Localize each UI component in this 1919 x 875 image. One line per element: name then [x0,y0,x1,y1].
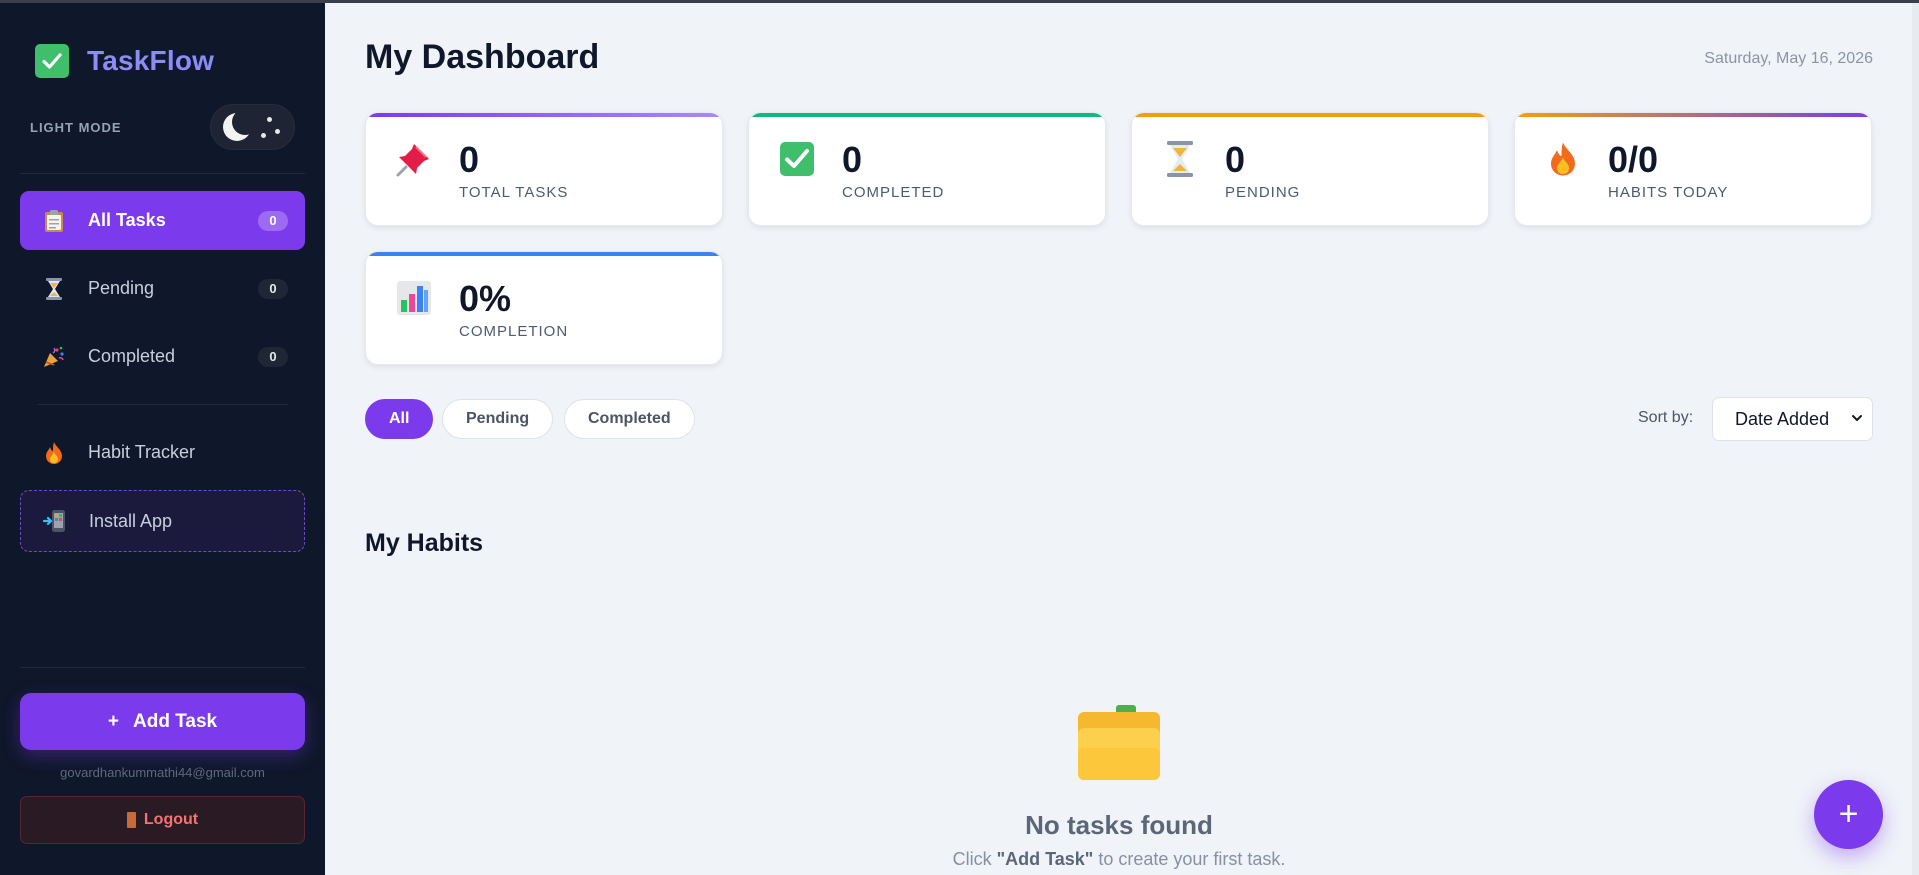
stat-label: HABITS TODAY [1608,184,1729,201]
theme-row: LIGHT MODE [30,104,295,150]
sort-select[interactable]: Date Added [1712,397,1873,441]
stat-card-completion: 0% COMPLETION [365,251,723,365]
sidebar-item-label: Completed [88,346,176,366]
stat-card-total-tasks: 0 TOTAL TASKS [365,112,723,226]
sidebar-item-pending[interactable]: Pending 0 [20,259,305,318]
plus-icon: + [107,710,119,732]
stat-label: PENDING [1225,184,1301,201]
sidebar-item-count: 0 [258,210,288,231]
filter-chip-all[interactable]: All [365,399,434,439]
star-icon [275,129,280,134]
sidebar-item-label: Pending [88,278,155,298]
sort-label: Sort by: [1638,409,1694,426]
filter-chip-completed[interactable]: Completed [564,399,695,439]
stat-accent-bar [749,113,1105,117]
stat-accent-bar [366,252,722,256]
stat-label: COMPLETED [842,184,945,201]
pushpin-icon [396,141,432,177]
current-date: Saturday, May 16, 2026 [1704,50,1873,67]
chevron-down-icon [1850,409,1864,430]
empty-desc-prefix: Click [952,849,997,869]
stat-accent-bar [1132,113,1488,117]
theme-label: LIGHT MODE [30,119,122,135]
sidebar-item-all-tasks[interactable]: All Tasks 0 [20,191,305,250]
sidebar-item-count: 0 [258,278,288,299]
door-icon [126,812,136,828]
install-app-label: Install App [89,510,173,531]
clipboard-icon [42,209,66,233]
logout-button[interactable]: Logout [20,796,305,844]
sidebar: TaskFlow LIGHT MODE All Tasks 0 Pending … [0,0,325,875]
stat-card-pending: 0 PENDING [1131,112,1489,226]
user-email: govardhankummathi44@gmail.com [60,765,265,780]
moon-icon [223,109,258,141]
sidebar-divider [20,667,305,668]
habits-section-title: My Habits [365,529,484,557]
stat-value: 0 [842,139,863,180]
hourglass-icon [42,277,66,301]
check-mark-icon [35,44,69,78]
party-popper-icon [42,345,66,369]
stat-value: 0 [459,139,480,180]
stat-value: 0% [459,278,512,319]
empty-desc-suffix: to create your first task. [1093,849,1286,869]
page-title: My Dashboard [365,38,600,76]
logout-label: Logout [143,811,199,828]
floating-add-button[interactable]: + [1814,780,1883,849]
empty-state-title: No tasks found [1025,810,1213,840]
check-mark-icon [779,141,815,177]
sidebar-item-label: Habit Tracker [88,442,196,462]
folder-icon [1076,702,1162,787]
sidebar-divider [20,173,305,174]
bar-chart-icon [396,280,432,316]
fire-icon [42,441,66,465]
star-icon [267,117,272,122]
stat-label: TOTAL TASKS [459,184,569,201]
stat-value: 0/0 [1608,139,1659,180]
add-task-label: Add Task [133,710,218,732]
scrollbar[interactable] [1912,0,1919,875]
stat-card-habits-today: 0/0 HABITS TODAY [1514,112,1872,226]
app-name: TaskFlow [87,45,215,76]
stat-label: COMPLETION [459,323,569,340]
add-task-button[interactable]: + Add Task [20,693,305,750]
top-border [0,0,1919,3]
theme-toggle[interactable] [210,104,295,150]
sidebar-item-completed[interactable]: Completed 0 [20,327,305,386]
stat-value: 0 [1225,139,1246,180]
hourglass-icon [1162,141,1198,177]
sidebar-item-habit-tracker[interactable]: Habit Tracker [20,423,305,482]
empty-state-description: Click "Add Task" to create your first ta… [859,849,1379,870]
sidebar-divider [38,404,288,405]
stat-accent-bar [366,113,722,117]
brand[interactable]: TaskFlow [35,44,214,78]
star-icon [261,133,266,138]
sort-value: Date Added [1735,408,1830,429]
sidebar-item-label: All Tasks [88,210,166,230]
sidebar-item-count: 0 [258,346,288,367]
install-app-icon [43,509,67,533]
stat-card-completed: 0 COMPLETED [748,112,1106,226]
empty-desc-highlight: "Add Task" [996,849,1094,869]
stat-accent-bar [1515,113,1871,117]
fire-icon [1545,141,1581,177]
filter-chip-pending[interactable]: Pending [442,399,554,439]
install-app-button[interactable]: Install App [20,490,305,552]
